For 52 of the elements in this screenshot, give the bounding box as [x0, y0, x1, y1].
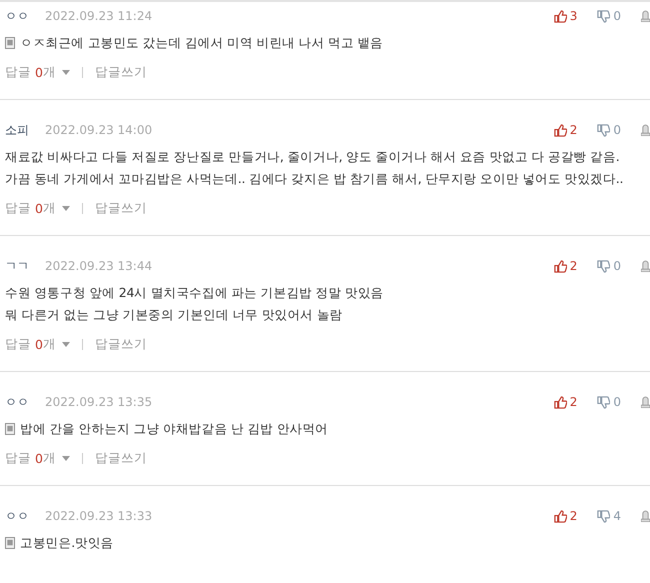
alarm-icon[interactable]	[641, 396, 650, 408]
like-button[interactable]: 2	[554, 395, 578, 409]
thumbs-up-icon	[554, 260, 567, 272]
author-name[interactable]: ㄱㄱ	[5, 258, 33, 274]
caret-icon	[62, 342, 70, 347]
replies-toggle[interactable]: 답글 0개	[5, 64, 70, 81]
author-name[interactable]: ㅇㅇ	[5, 508, 33, 524]
dislike-button[interactable]: 4	[597, 509, 621, 523]
replies-toggle[interactable]: 답글 0개	[5, 200, 70, 217]
thumbs-up-icon	[554, 396, 567, 408]
thumbs-up-icon	[554, 124, 567, 136]
comment-text: 재료값 비싸다고 다들 저질로 장난질로 만들거나, 줄이거나, 양도 줄이거나 해서 요즘 맛없고 다 공갈빵 같음. 가끔 동네 가게에서 꼬마김밥은 사먹는데.. 김에다 갖지은 밥 참기름 해서, 단무지랑 오이만 넣어도 맛있겠다..	[5, 148, 624, 188]
like-button[interactable]: 2	[554, 123, 578, 137]
comment-date: 2022.09.23 13:44	[45, 259, 152, 273]
caret-icon	[62, 70, 70, 75]
caret-icon	[62, 206, 70, 211]
comment-text: 고봉민은.맛잇음	[20, 534, 114, 552]
dislike-button[interactable]: 0	[597, 395, 621, 409]
author-name[interactable]: ㅇㅇ	[5, 8, 33, 24]
thumbs-up-icon	[554, 510, 567, 522]
write-reply-link[interactable]: 답글쓰기	[94, 64, 147, 81]
comment-text: 밥에 간을 안하는지 그냥 야채밥같음 난 김밥 안사먹어	[20, 420, 328, 438]
write-reply-link[interactable]: 답글쓰기	[94, 200, 147, 217]
dislike-button[interactable]: 0	[597, 9, 621, 23]
like-button[interactable]: 3	[554, 9, 578, 23]
like-button[interactable]: 2	[554, 509, 578, 523]
comment-text: 수원 영통구청 앞에 24시 멸치국수집에 파는 기본김밥 정말 맛있음 뭐 다른거 없는 그냥 기본중의 기본인데 너무 맛있어서 놀람	[5, 284, 384, 324]
replies-toggle[interactable]: 답글 0개	[5, 450, 70, 467]
thumbs-down-icon	[597, 124, 610, 136]
alarm-icon[interactable]	[641, 10, 650, 22]
author-name[interactable]: 소피	[5, 122, 33, 138]
like-button[interactable]: 2	[554, 259, 578, 273]
caret-icon	[62, 456, 70, 461]
dislike-button[interactable]: 0	[597, 259, 621, 273]
thumbs-down-icon	[597, 260, 610, 272]
comment-date: 2022.09.23 13:35	[45, 395, 152, 409]
comment-date: 2022.09.23 13:33	[45, 509, 152, 523]
comment-date: 2022.09.23 11:24	[45, 9, 152, 23]
comment-text: ㅇㅈ최근에 고봉민도 갔는데 김에서 미역 비린내 나서 먹고 뱉음	[20, 34, 383, 52]
thumbs-up-icon	[554, 10, 567, 22]
comment-date: 2022.09.23 14:00	[45, 123, 152, 137]
thumbs-down-icon	[597, 396, 610, 408]
alarm-icon[interactable]	[641, 124, 650, 136]
write-reply-link[interactable]: 답글쓰기	[94, 450, 147, 467]
thumbs-down-icon	[597, 510, 610, 522]
replies-toggle[interactable]: 답글 0개	[5, 336, 70, 353]
alarm-icon[interactable]	[641, 510, 650, 522]
author-name[interactable]: ㅇㅇ	[5, 394, 33, 410]
dislike-button[interactable]: 0	[597, 123, 621, 137]
write-reply-link[interactable]: 답글쓰기	[94, 336, 147, 353]
alarm-icon[interactable]	[641, 260, 650, 272]
thumbs-down-icon	[597, 10, 610, 22]
